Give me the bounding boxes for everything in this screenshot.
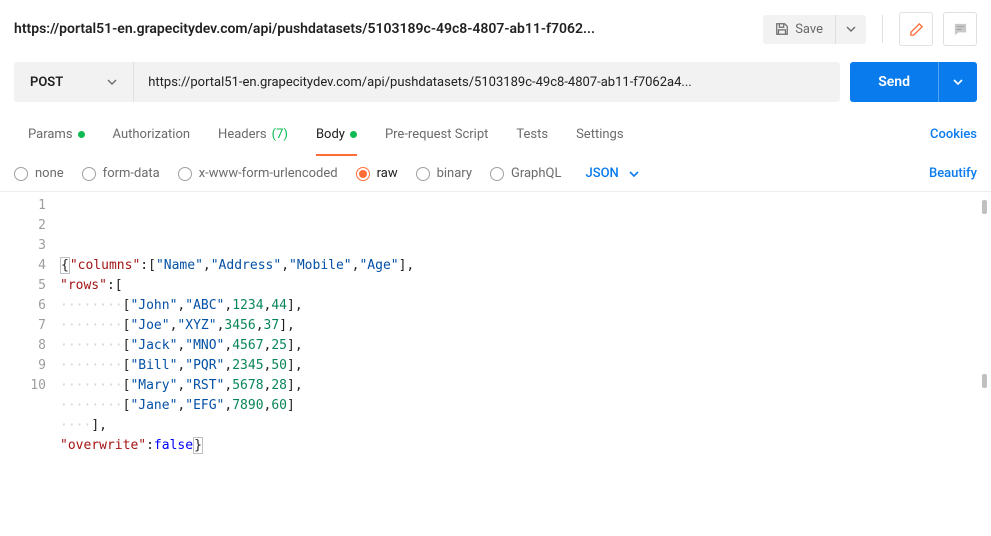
radio-icon	[14, 167, 28, 181]
radio-label: none	[35, 166, 64, 181]
send-group: Send	[850, 62, 977, 102]
chevron-down-icon	[953, 79, 963, 85]
save-dropdown-button[interactable]	[835, 15, 866, 44]
save-icon	[775, 22, 789, 36]
send-dropdown-button[interactable]	[938, 62, 977, 102]
radio-icon	[356, 167, 370, 181]
body-type-raw[interactable]: raw	[356, 166, 398, 181]
status-dot-icon	[350, 131, 357, 138]
body-type-graphql[interactable]: GraphQL	[490, 166, 561, 181]
radio-icon	[82, 167, 96, 181]
tab-settings[interactable]: Settings	[562, 116, 637, 152]
body-type-xwww[interactable]: x-www-form-urlencoded	[178, 166, 338, 181]
radio-label: raw	[377, 166, 398, 181]
save-button[interactable]: Save	[763, 15, 835, 44]
tab-label: Body	[316, 127, 345, 142]
radio-label: GraphQL	[511, 166, 561, 181]
pencil-icon	[909, 22, 924, 37]
radio-icon	[490, 167, 504, 181]
tab-pre-request[interactable]: Pre-request Script	[371, 116, 502, 152]
status-dot-icon	[78, 131, 85, 138]
radio-icon	[416, 167, 430, 181]
tab-label: Pre-request Script	[385, 127, 488, 142]
radio-label: x-www-form-urlencoded	[199, 166, 338, 181]
chevron-down-icon	[107, 79, 117, 85]
tab-label: Headers	[218, 127, 267, 142]
send-button[interactable]: Send	[850, 62, 938, 102]
url-input[interactable]: https://portal51-en.grapecitydev.com/api…	[134, 62, 840, 102]
body-editor[interactable]: 12345678910 {"columns":["Name","Address"…	[0, 192, 991, 456]
body-type-binary[interactable]: binary	[416, 166, 472, 181]
edit-button[interactable]	[899, 12, 933, 46]
cookies-link[interactable]: Cookies	[930, 127, 977, 142]
tab-authorization[interactable]: Authorization	[99, 116, 205, 152]
radio-label: form-data	[103, 166, 160, 181]
method-value: POST	[30, 75, 63, 90]
chevron-down-icon	[629, 171, 639, 177]
tab-body[interactable]: Body	[302, 116, 371, 152]
headers-count: (7)	[272, 127, 288, 142]
chevron-down-icon	[846, 26, 856, 32]
comment-button[interactable]	[943, 12, 977, 46]
tab-label: Tests	[516, 127, 548, 142]
save-label: Save	[795, 22, 823, 37]
tab-headers[interactable]: Headers (7)	[204, 116, 302, 152]
raw-format-select[interactable]: JSON	[585, 166, 638, 181]
tab-label: Settings	[576, 127, 623, 142]
save-group: Save	[763, 15, 866, 44]
comment-icon	[953, 22, 968, 37]
tab-params[interactable]: Params	[14, 116, 99, 152]
code-area[interactable]: {"columns":["Name","Address","Mobile","A…	[60, 196, 991, 456]
method-select[interactable]: POST	[14, 62, 134, 102]
tab-tests[interactable]: Tests	[502, 116, 562, 152]
body-type-none[interactable]: none	[14, 166, 64, 181]
line-gutter: 12345678910	[0, 196, 60, 456]
divider	[882, 15, 883, 43]
format-value: JSON	[585, 166, 618, 181]
request-title: https://portal51-en.grapecitydev.com/api…	[14, 21, 753, 37]
radio-label: binary	[437, 166, 472, 181]
body-type-formdata[interactable]: form-data	[82, 166, 160, 181]
scrollbar-thumb[interactable]	[982, 200, 987, 214]
beautify-link[interactable]: Beautify	[929, 166, 977, 181]
radio-icon	[178, 167, 192, 181]
tab-label: Authorization	[113, 127, 191, 142]
method-url-bar: POST https://portal51-en.grapecitydev.co…	[14, 62, 840, 102]
tab-label: Params	[28, 127, 73, 142]
